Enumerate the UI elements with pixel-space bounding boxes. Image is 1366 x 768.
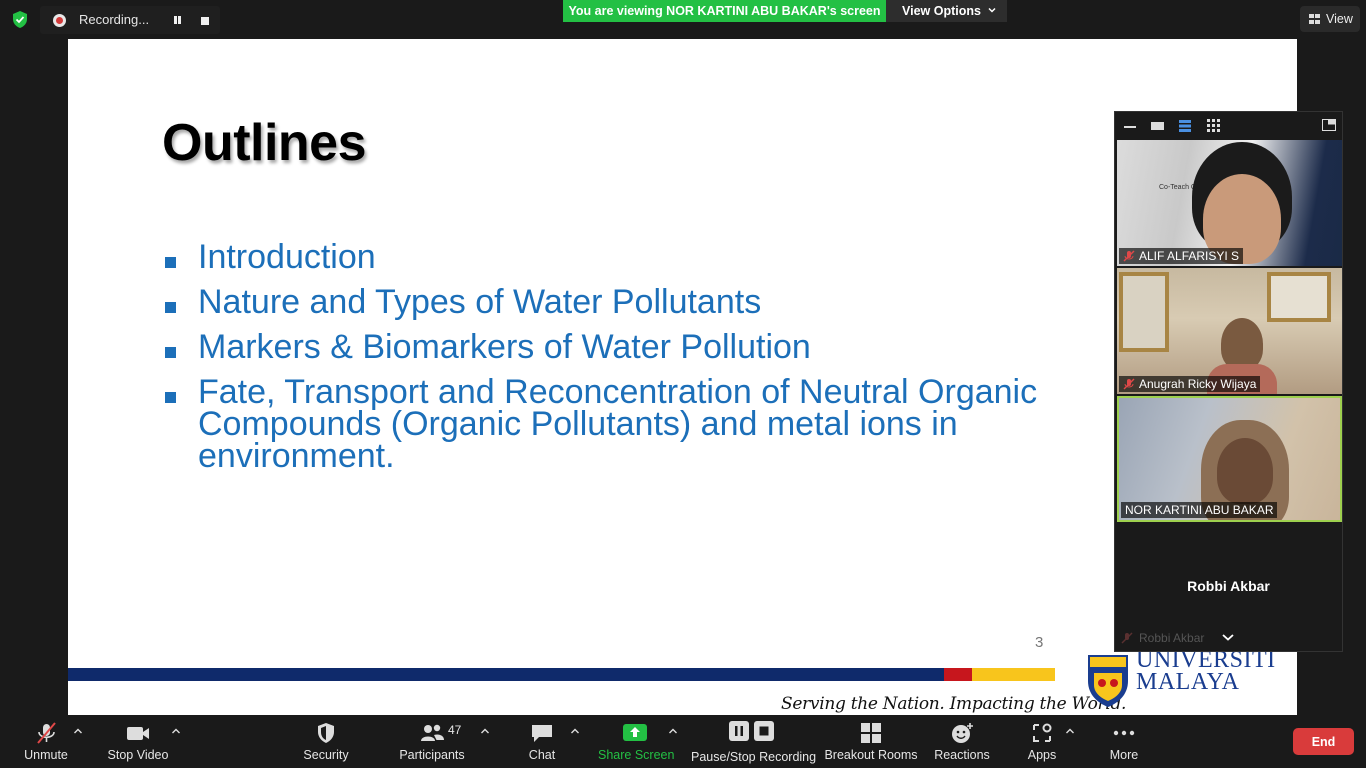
university-name-line1: UNIVERSITI <box>1136 647 1276 673</box>
pause-stop-recording-icon <box>729 721 774 741</box>
exit-panel-icon[interactable] <box>1322 119 1336 131</box>
muted-microphone-icon <box>37 722 56 744</box>
featured-participant-label: Robbi Akbar <box>1121 631 1204 645</box>
shared-screen-slide: Outlines Introduction Nature and Types o… <box>68 39 1297 715</box>
participants-icon <box>421 724 444 741</box>
speaker-strip-icon[interactable] <box>1179 120 1191 132</box>
participant-video-tile[interactable]: Co-Teach Curriculum ALIF ALFARISYI S <box>1117 140 1342 266</box>
single-speaker-icon[interactable] <box>1151 122 1164 131</box>
encryption-shield-icon[interactable] <box>11 10 29 29</box>
recording-indicator: Recording... <box>40 6 220 34</box>
share-screen-button[interactable]: Share Screen <box>598 715 675 768</box>
unmute-button[interactable]: Unmute <box>18 715 74 768</box>
caret-up-icon[interactable] <box>570 727 580 735</box>
muted-mic-icon <box>1123 378 1135 390</box>
university-name-line2: MALAYA <box>1136 669 1240 695</box>
participants-count: 47 <box>448 723 462 737</box>
video-panel: Co-Teach Curriculum ALIF ALFARISYI S Anu… <box>1114 111 1343 652</box>
featured-participant-sub-name: Robbi Akbar <box>1139 631 1205 645</box>
slide-title: Outlines <box>162 114 367 172</box>
view-options-label: View Options <box>902 4 981 18</box>
university-crest-icon <box>1088 655 1128 707</box>
pause-recording-icon[interactable] <box>173 15 183 25</box>
reactions-smiley-icon <box>952 723 973 743</box>
university-tagline: Serving the Nation. Impacting the World. <box>781 694 1127 714</box>
pause-stop-recording-label: Pause/Stop Recording <box>691 750 817 764</box>
chat-label: Chat <box>528 748 556 762</box>
chat-button[interactable]: Chat <box>522 715 562 768</box>
more-button[interactable]: More <box>1104 715 1144 768</box>
unmute-label: Unmute <box>24 748 68 762</box>
participant-video-tile[interactable]: Anugrah Ricky Wijaya <box>1117 268 1342 394</box>
breakout-rooms-icon <box>861 723 881 743</box>
video-camera-icon <box>127 727 149 740</box>
pause-stop-recording-button[interactable]: Pause/Stop Recording <box>691 715 817 768</box>
recording-dot-icon <box>53 14 66 27</box>
stop-recording-icon[interactable] <box>201 17 209 25</box>
zoom-meeting-window: Recording... You are viewing NOR KARTINI… <box>0 0 1366 768</box>
footer-stripe-yellow <box>972 668 1055 681</box>
share-screen-label: Share Screen <box>598 748 675 762</box>
apps-icon <box>1033 723 1052 742</box>
stop-video-label: Stop Video <box>107 748 169 762</box>
participant-name: Anugrah Ricky Wijaya <box>1139 377 1257 391</box>
more-dots-icon <box>1113 730 1135 736</box>
breakout-rooms-label: Breakout Rooms <box>824 748 918 762</box>
viewing-screen-banner: You are viewing NOR KARTINI ABU BAKAR's … <box>563 0 886 22</box>
muted-mic-icon <box>1123 250 1135 262</box>
participant-name-label: NOR KARTINI ABU BAKAR <box>1121 502 1278 518</box>
apps-button[interactable]: Apps <box>1022 715 1062 768</box>
caret-up-icon[interactable] <box>668 727 678 735</box>
security-shield-icon <box>318 723 334 743</box>
recording-label: Recording... <box>79 12 150 27</box>
reactions-label: Reactions <box>934 748 990 762</box>
view-label: View <box>1326 12 1353 26</box>
footer-stripe-red <box>944 668 972 681</box>
reactions-button[interactable]: Reactions <box>933 715 991 768</box>
wall-frame <box>1119 272 1169 352</box>
slide-bullet: Markers & Biomarkers of Water Pollution <box>162 330 1122 364</box>
top-bar: Recording... You are viewing NOR KARTINI… <box>0 0 1366 38</box>
featured-participant-name: Robbi Akbar <box>1187 578 1270 594</box>
share-screen-arrow-icon <box>623 724 647 741</box>
more-label: More <box>1109 748 1139 762</box>
caret-up-icon[interactable] <box>73 727 83 735</box>
participants-label: Participants <box>399 748 465 762</box>
participant-face <box>1221 318 1263 370</box>
caret-up-icon[interactable] <box>1065 727 1075 735</box>
security-button[interactable]: Security <box>298 715 354 768</box>
gallery-view-icon[interactable] <box>1207 119 1220 132</box>
security-label: Security <box>303 748 349 762</box>
breakout-rooms-button[interactable]: Breakout Rooms <box>824 715 918 768</box>
slide-bullet: Nature and Types of Water Pollutants <box>162 285 1122 319</box>
meeting-toolbar: Unmute Stop Video Security Participants … <box>0 715 1366 768</box>
slide-bullet: Fate, Transport and Reconcentration of N… <box>162 375 1122 473</box>
participant-face <box>1217 438 1273 504</box>
chevron-down-icon[interactable] <box>1221 632 1235 642</box>
caret-up-icon[interactable] <box>171 727 181 735</box>
caret-up-icon[interactable] <box>480 727 490 735</box>
minimize-icon[interactable] <box>1124 126 1136 129</box>
slide-bullet-list: Introduction Nature and Types of Water P… <box>162 240 1122 485</box>
chevron-down-icon <box>988 7 996 13</box>
gallery-grid-icon <box>1309 14 1320 24</box>
participant-name: ALIF ALFARISYI S <box>1139 249 1240 263</box>
view-button[interactable]: View <box>1300 6 1360 32</box>
participant-video-tile-active-speaker[interactable]: NOR KARTINI ABU BAKAR <box>1117 396 1342 522</box>
stop-video-button[interactable]: Stop Video <box>104 715 172 768</box>
participant-name: NOR KARTINI ABU BAKAR <box>1125 503 1274 517</box>
slide-page-number: 3 <box>1035 634 1044 651</box>
footer-stripe-blue <box>68 668 944 681</box>
muted-mic-icon <box>1121 632 1133 644</box>
apps-label: Apps <box>1027 748 1057 762</box>
video-panel-toolbar <box>1115 112 1342 140</box>
participant-name-label: Anugrah Ricky Wijaya <box>1119 376 1261 392</box>
chat-bubble-icon <box>532 725 552 742</box>
view-options-button[interactable]: View Options <box>886 0 1007 22</box>
slide-bullet: Introduction <box>162 240 1122 274</box>
participant-name-label: ALIF ALFARISYI S <box>1119 248 1244 264</box>
end-meeting-button[interactable]: End <box>1293 728 1354 755</box>
wall-frame <box>1267 272 1331 322</box>
university-logo-text: UNIVERSITI MALAYA <box>1136 647 1276 695</box>
